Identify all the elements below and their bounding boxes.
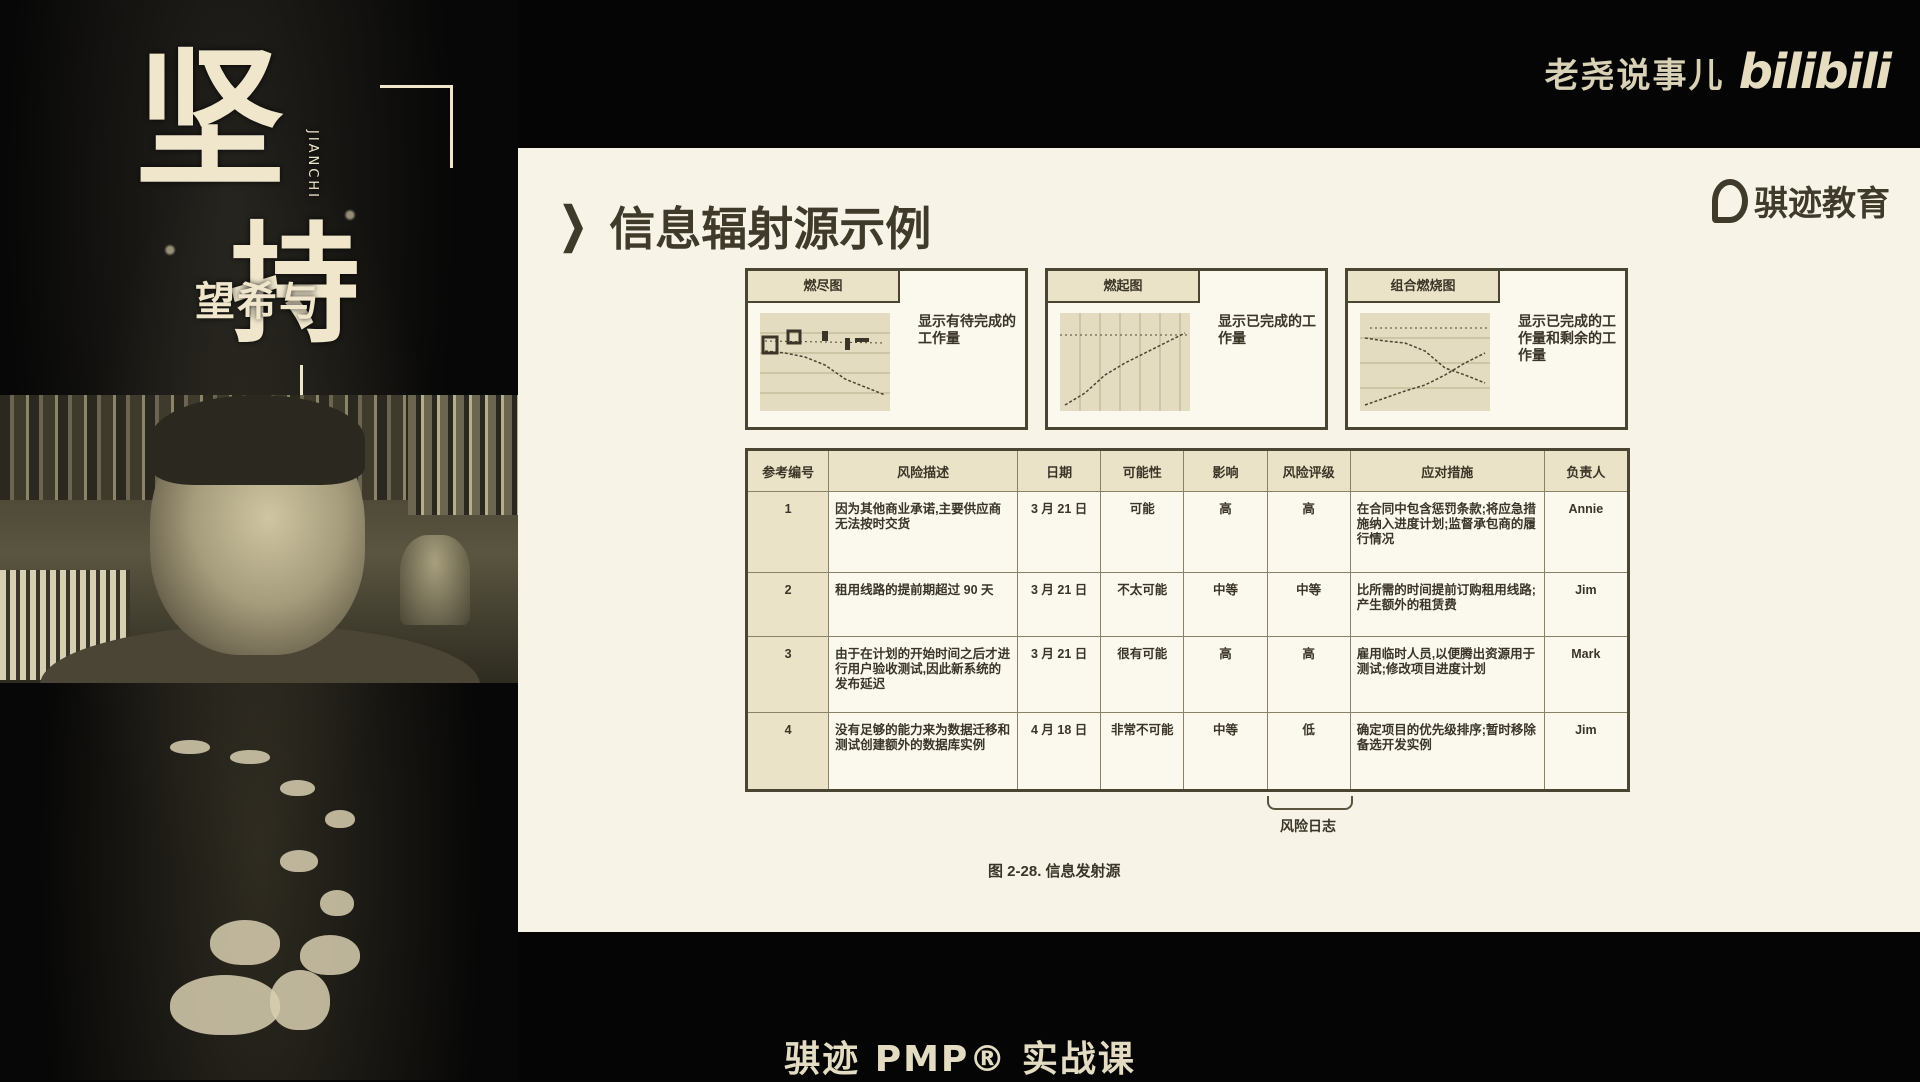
impact-cell: 中等 — [1183, 571, 1268, 637]
column-header: 风险描述 — [828, 449, 1019, 492]
response-cell: 比所需的时间提前订购租用线路;产生额外的租赁费 — [1349, 571, 1545, 637]
risk-log-label: 风险日志 — [1280, 818, 1336, 834]
poster-subtitle: 与希望 — [188, 280, 319, 320]
column-header: 影响 — [1183, 449, 1268, 492]
risk-log-brace — [1267, 796, 1353, 810]
risk-log-table: 参考编号 风险描述 日期 可能性 影响 风险评级 应对措施 负责人 1 因为其他… — [745, 448, 1630, 792]
burnup-chart-thumbnail — [1060, 313, 1190, 411]
poster-pinyin: JIANCHI — [305, 130, 320, 200]
company-mark-icon — [1712, 178, 1748, 223]
response-cell: 在合同中包含惩罚条款;将应急措施纳入进度计划;监督承包商的履行情况 — [1349, 491, 1545, 573]
owner-cell: Mark — [1543, 635, 1630, 714]
rating-cell: 低 — [1266, 712, 1351, 791]
rating-cell: 中等 — [1266, 571, 1351, 637]
likelihood-cell: 非常不可能 — [1100, 712, 1185, 791]
column-header: 风险评级 — [1266, 449, 1351, 492]
date-cell: 3 月 21 日 — [1017, 491, 1102, 573]
date-cell: 3 月 21 日 — [1017, 571, 1102, 637]
ref-cell: 4 — [745, 712, 830, 791]
chevron-right-icon: ❯ — [559, 199, 588, 252]
panel-description: 显示已完成的工作量 — [1218, 313, 1316, 346]
response-cell: 确定项目的优先级排序;暂时移除备选开发实例 — [1349, 712, 1545, 791]
ref-cell: 2 — [745, 571, 830, 637]
combined-burn-panel: 组合燃烧图 显示已完成的工作量和剩余的工作量 — [1345, 268, 1628, 430]
panel-tab: 组合燃烧图 — [1348, 271, 1500, 303]
panel-tab: 燃尽图 — [748, 271, 900, 303]
likelihood-cell: 很有可能 — [1100, 635, 1185, 714]
impact-cell: 高 — [1183, 491, 1268, 573]
likelihood-cell: 可能 — [1100, 491, 1185, 573]
panel-description: 显示已完成的工作量和剩余的工作量 — [1518, 313, 1616, 363]
figure-caption-wrap: 图 2-28. 信息发射源 — [518, 860, 1668, 881]
figure-caption: 图 2-28. 信息发射源 — [988, 863, 1121, 880]
channel-name: 老尧说事儿 — [1544, 55, 1725, 96]
footprints-graphic — [150, 720, 430, 1050]
poster-bracket-top — [380, 85, 453, 168]
course-footer: 骐迹 PMP® 实战课 — [784, 1039, 1136, 1080]
ref-cell: 3 — [745, 635, 830, 714]
column-header: 参考编号 — [745, 449, 830, 492]
webcam-feed — [0, 395, 518, 683]
desc-cell: 租用线路的提前期超过 90 天 — [828, 571, 1019, 637]
column-header: 应对措施 — [1349, 449, 1545, 492]
burndown-panel: 燃尽图 显示有待完成的工作量 — [745, 268, 1028, 430]
date-cell: 4 月 18 日 — [1017, 712, 1102, 791]
bilibili-logo: bilibili — [1738, 44, 1892, 100]
column-header: 负责人 — [1543, 449, 1630, 492]
poster-char-1: 坚 — [135, 32, 286, 208]
owner-cell: Annie — [1543, 491, 1630, 573]
owner-cell: Jim — [1543, 571, 1630, 637]
impact-cell: 中等 — [1183, 712, 1268, 791]
company-name: 骐迹教育 — [1754, 185, 1890, 223]
column-header: 可能性 — [1100, 449, 1185, 492]
burnup-panel: 燃起图 显示已完成的工作量 — [1045, 268, 1328, 430]
desc-cell: 没有足够的能力来为数据迁移和测试创建额外的数据库实例 — [828, 712, 1019, 791]
company-logo: 骐迹教育 — [1712, 176, 1890, 225]
column-header: 日期 — [1017, 449, 1102, 492]
desc-cell: 因为其他商业承诺,主要供应商无法按时交货 — [828, 491, 1019, 573]
presenter-hair — [150, 395, 365, 485]
date-cell: 3 月 21 日 — [1017, 635, 1102, 714]
table-row: 4 没有足够的能力来为数据迁移和测试创建额外的数据库实例 4 月 18 日 非常… — [745, 712, 1630, 791]
table-row: 3 由于在计划的开始时间之后才进行用户验收测试,因此新系统的发布延迟 3 月 2… — [745, 635, 1630, 714]
presentation-slide: ❯ 信息辐射源示例 骐迹教育 燃尽图 显示有待完成的工作量 燃起图 显示已完成的… — [518, 148, 1920, 932]
table-row: 1 因为其他商业承诺,主要供应商无法按时交货 3 月 21 日 可能 高 高 在… — [745, 491, 1630, 573]
plant — [400, 535, 470, 625]
burndown-chart-thumbnail — [760, 313, 890, 411]
likelihood-cell: 不太可能 — [1100, 571, 1185, 637]
desc-cell: 由于在计划的开始时间之后才进行用户验收测试,因此新系统的发布延迟 — [828, 635, 1019, 714]
response-cell: 雇用临时人员,以便腾出资源用于测试;修改项目进度计划 — [1349, 635, 1545, 714]
rating-cell: 高 — [1266, 635, 1351, 714]
bookshelf-right — [408, 395, 518, 515]
table-header-row: 参考编号 风险描述 日期 可能性 影响 风险评级 应对措施 负责人 — [745, 449, 1630, 492]
panel-tab: 燃起图 — [1048, 271, 1200, 303]
slide-title: 信息辐射源示例 — [609, 203, 932, 255]
table-row: 2 租用线路的提前期超过 90 天 3 月 21 日 不太可能 中等 中等 比所… — [745, 571, 1630, 637]
combined-chart-thumbnail — [1360, 313, 1490, 411]
slide-header: ❯ 信息辐射源示例 — [553, 193, 931, 259]
channel-branding: 老尧说事儿 bilibili — [1544, 42, 1892, 102]
rating-cell: 高 — [1266, 491, 1351, 573]
impact-cell: 高 — [1183, 635, 1268, 714]
panel-description: 显示有待完成的工作量 — [918, 313, 1016, 346]
owner-cell: Jim — [1543, 712, 1630, 791]
ref-cell: 1 — [745, 491, 830, 573]
